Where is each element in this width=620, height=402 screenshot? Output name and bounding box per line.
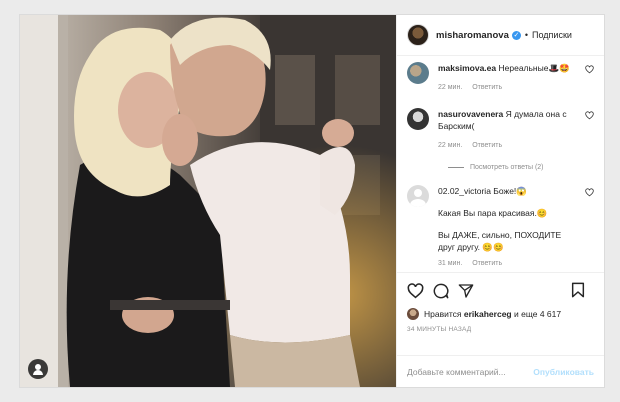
view-replies-label: Посмотреть ответы (2) xyxy=(470,164,544,171)
tag-body xyxy=(33,370,43,375)
author-avatar[interactable] xyxy=(407,24,429,46)
liker-avatar[interactable] xyxy=(407,308,419,320)
heart-icon[interactable] xyxy=(585,188,594,197)
comment-item: maksimova.ea Нереальные🎩🤩 22 мин. Ответи… xyxy=(407,62,594,94)
likes-prefix: Нравится xyxy=(424,309,462,319)
commenter-avatar[interactable] xyxy=(407,108,429,130)
post-modal: misharomanova ✓ • Подписки maksimova.ea … xyxy=(19,14,605,388)
comment-username[interactable]: 02.02_victoria xyxy=(438,186,491,196)
heart-icon[interactable] xyxy=(585,111,594,120)
user-tag-icon[interactable] xyxy=(28,359,48,379)
comment-body: 02.02_victoria Боже!😱 Какая Вы пара крас… xyxy=(438,185,576,270)
comment-body: maksimova.ea Нереальные🎩🤩 22 мин. Ответи… xyxy=(438,62,576,94)
comment-time: 22 мин. xyxy=(438,142,463,149)
heart-icon[interactable] xyxy=(585,65,594,74)
replies-line xyxy=(448,167,464,168)
commenter-avatar[interactable] xyxy=(407,62,429,84)
reply-button[interactable]: Ответить xyxy=(472,84,502,91)
post-header: misharomanova ✓ • Подписки xyxy=(397,15,604,56)
post-timestamp: 34 МИНУТЫ НАЗАД xyxy=(407,326,472,333)
post-image xyxy=(20,15,396,387)
publish-button[interactable]: Опубликовать xyxy=(533,367,594,377)
post-actions: Нравится erikaherceg и еще 4 617 34 МИНУ… xyxy=(397,272,604,355)
action-icons xyxy=(407,282,594,300)
post-sidebar: misharomanova ✓ • Подписки maksimova.ea … xyxy=(396,15,604,387)
comment-item: 02.02_victoria Боже!😱 Какая Вы пара крас… xyxy=(407,185,594,270)
comment-text: Нереальные🎩🤩 xyxy=(498,63,570,73)
comment-text-line-2: Какая Вы пара красивая.😊 xyxy=(438,208,548,218)
comment-body: nasurovavenera Я думала она с Барским( 2… xyxy=(438,108,576,152)
likes-summary: Нравится erikaherceg и еще 4 617 xyxy=(407,308,594,320)
share-icon[interactable] xyxy=(458,283,474,299)
post-photo[interactable] xyxy=(20,15,396,387)
heart-icon[interactable] xyxy=(407,283,424,299)
reply-button[interactable]: Ответить xyxy=(472,142,502,149)
likes-count[interactable]: и еще 4 617 xyxy=(514,309,561,319)
comment-input[interactable]: Добавьте комментарий... xyxy=(407,367,506,377)
liker-username[interactable]: erikaherceg xyxy=(464,309,512,319)
commenter-avatar[interactable] xyxy=(407,185,429,207)
verified-icon: ✓ xyxy=(511,30,521,40)
comment-text-line-3: Вы ДАЖЕ, сильно, ПОХОДИТЕ друг другу. 😊😊 xyxy=(438,230,562,252)
comment-meta: 22 мин. Ответить xyxy=(438,140,576,152)
view-replies-button[interactable]: Посмотреть ответы (2) xyxy=(448,164,594,171)
bookmark-icon[interactable] xyxy=(571,282,585,298)
comment-item: nasurovavenera Я думала она с Барским( 2… xyxy=(407,108,594,152)
reply-button[interactable]: Ответить xyxy=(472,260,502,267)
author-username[interactable]: misharomanova xyxy=(436,30,509,41)
comment-username[interactable]: nasurovavenera xyxy=(438,109,503,119)
comment-time: 22 мин. xyxy=(438,84,463,91)
comment-icon[interactable] xyxy=(433,283,449,299)
following-button[interactable]: Подписки xyxy=(532,30,572,40)
comment-box: Добавьте комментарий... Опубликовать xyxy=(397,355,604,387)
comments-list: maksimova.ea Нереальные🎩🤩 22 мин. Ответи… xyxy=(397,56,604,272)
comment-text: Боже!😱 xyxy=(493,186,527,196)
separator-dot: • xyxy=(524,30,529,40)
comment-meta: 22 мин. Ответить xyxy=(438,82,576,94)
comment-time: 31 мин. xyxy=(438,260,463,267)
comment-meta: 31 мин. Ответить xyxy=(438,258,576,270)
comment-username[interactable]: maksimova.ea xyxy=(438,63,496,73)
